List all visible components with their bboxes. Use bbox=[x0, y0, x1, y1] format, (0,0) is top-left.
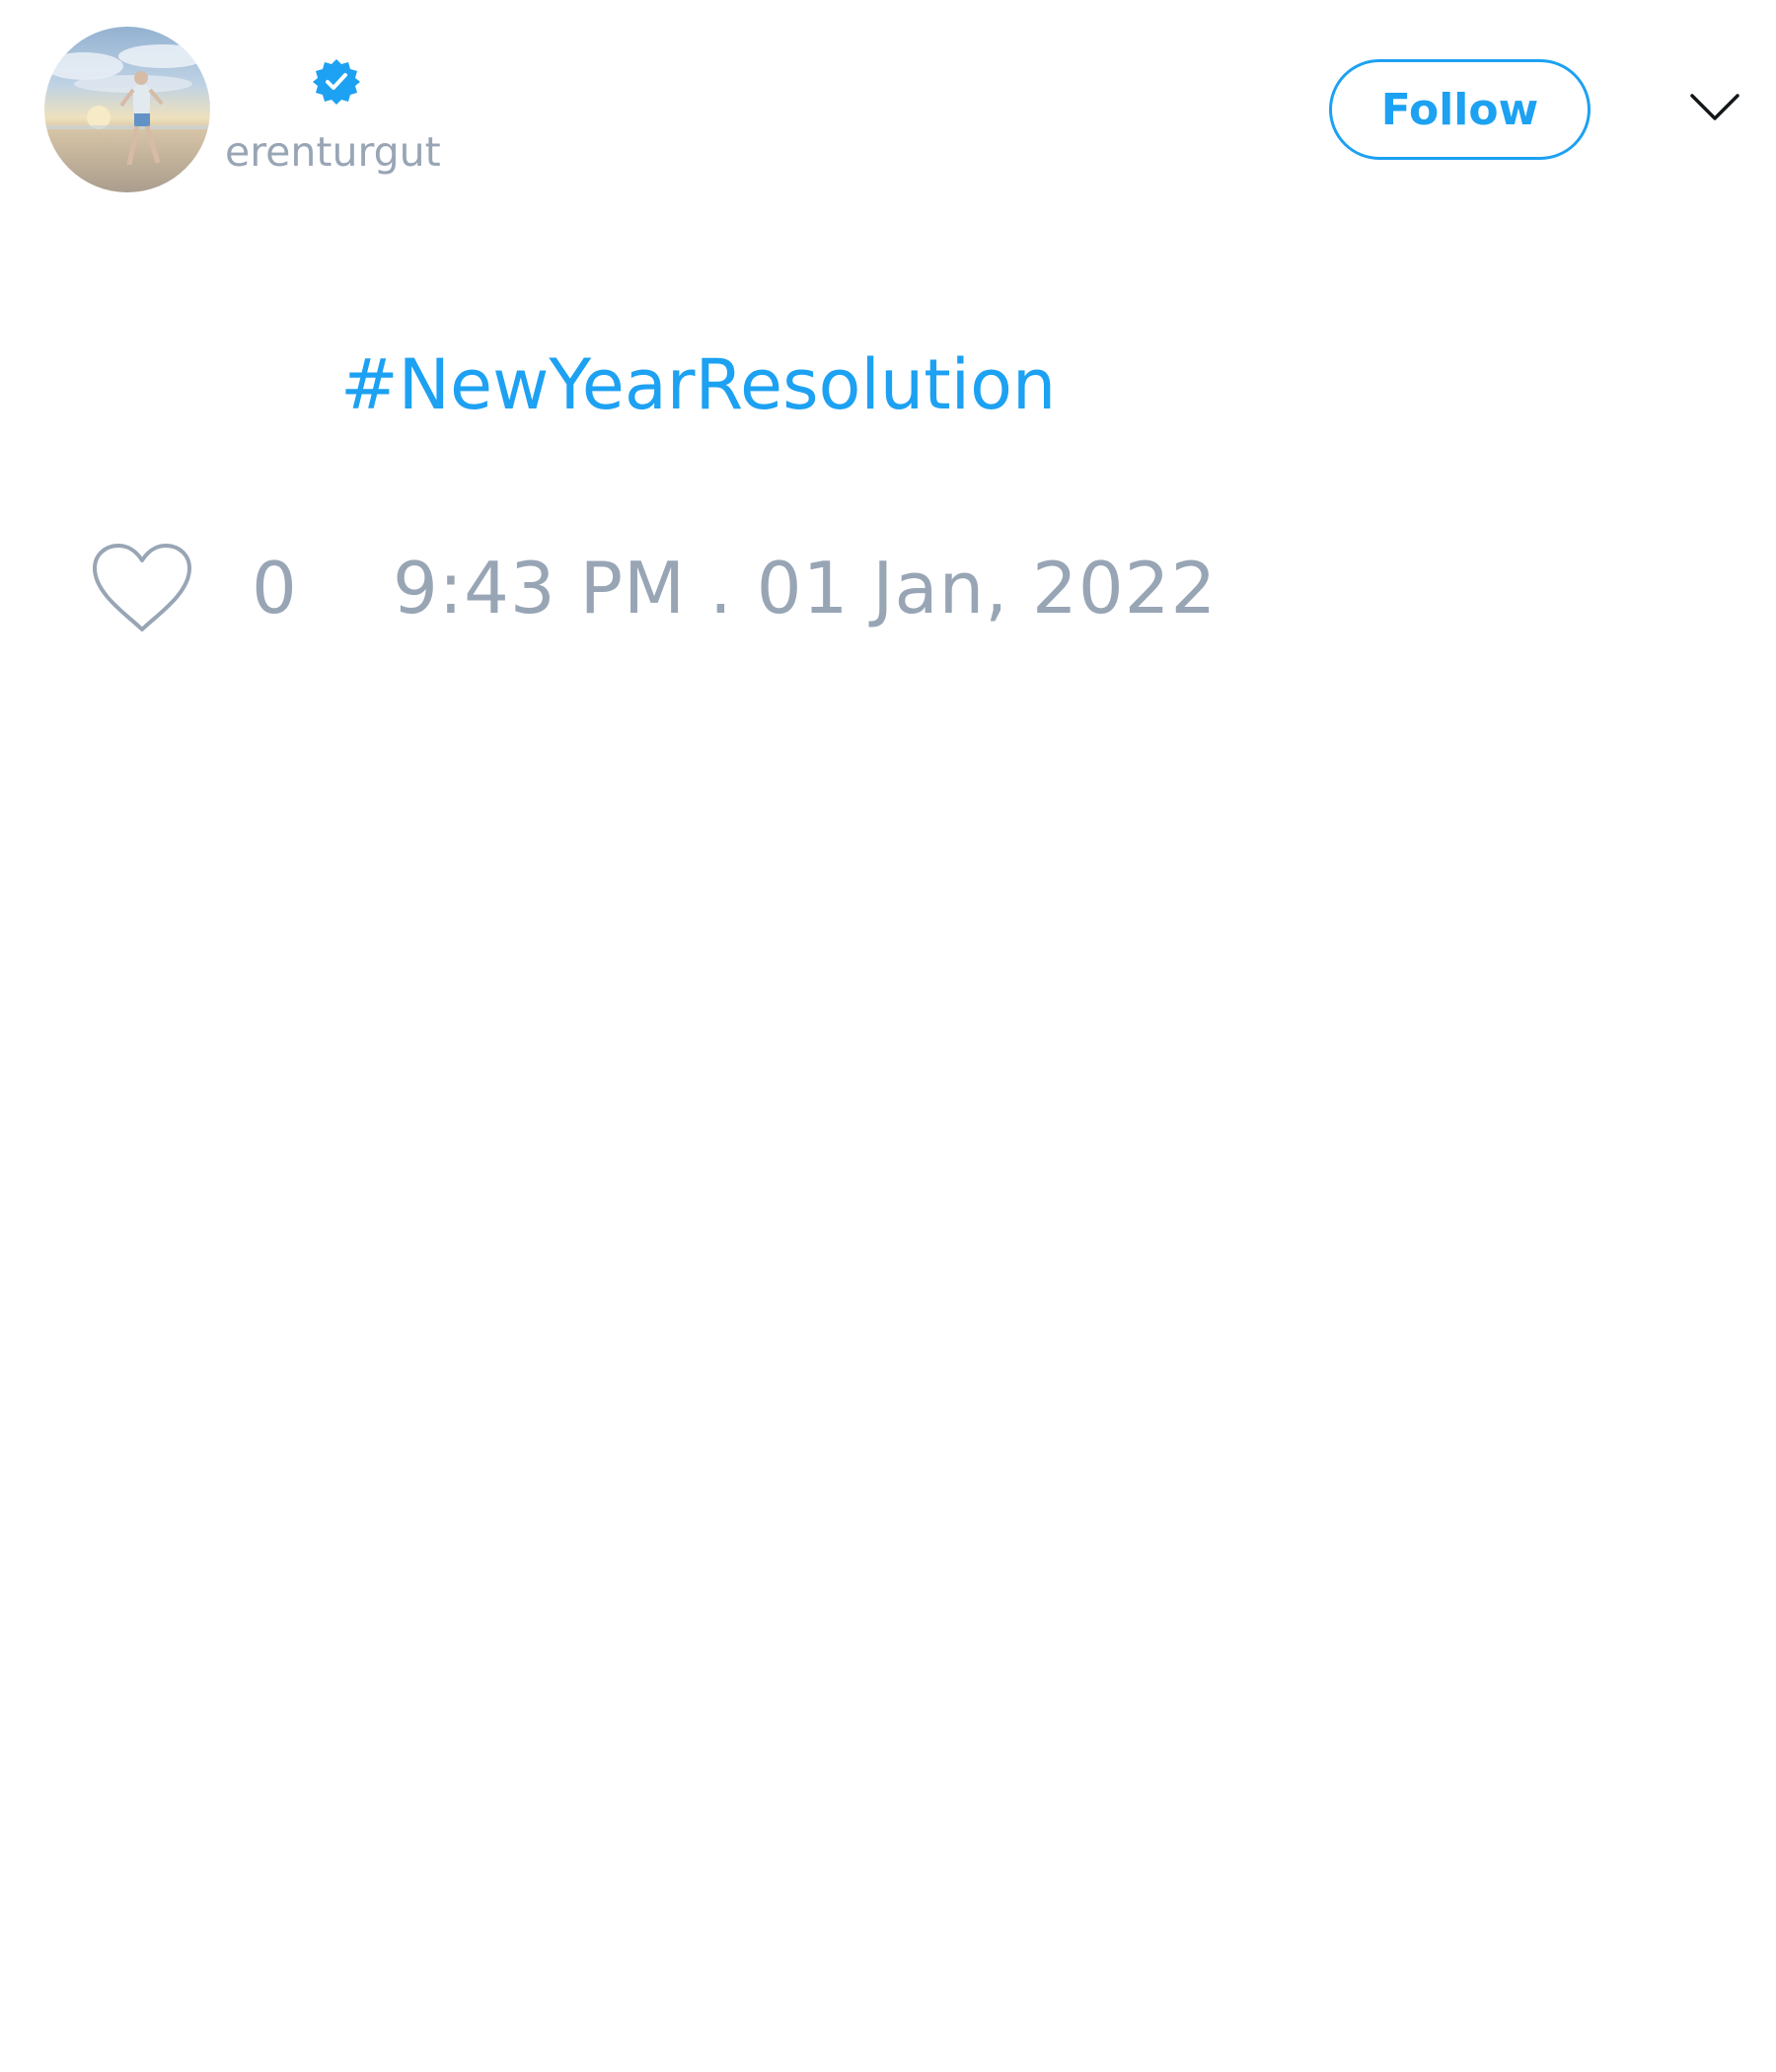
avatar[interactable] bbox=[44, 27, 210, 192]
like-count: 0 bbox=[252, 547, 297, 629]
timestamp[interactable]: 9:43 PM . 01 Jan, 2022 bbox=[393, 543, 1217, 633]
tweet-card: erenturgut Follow #NewYearResolution 0 9… bbox=[0, 0, 1776, 2072]
heart-icon[interactable] bbox=[89, 541, 195, 635]
username[interactable]: erenturgut bbox=[225, 126, 441, 178]
avatar-image bbox=[44, 27, 210, 192]
chevron-down-icon[interactable] bbox=[1689, 91, 1740, 124]
verified-badge-icon bbox=[313, 59, 360, 105]
follow-button[interactable]: Follow bbox=[1329, 59, 1591, 160]
hashtag-link[interactable]: #NewYearResolution bbox=[340, 340, 1056, 429]
